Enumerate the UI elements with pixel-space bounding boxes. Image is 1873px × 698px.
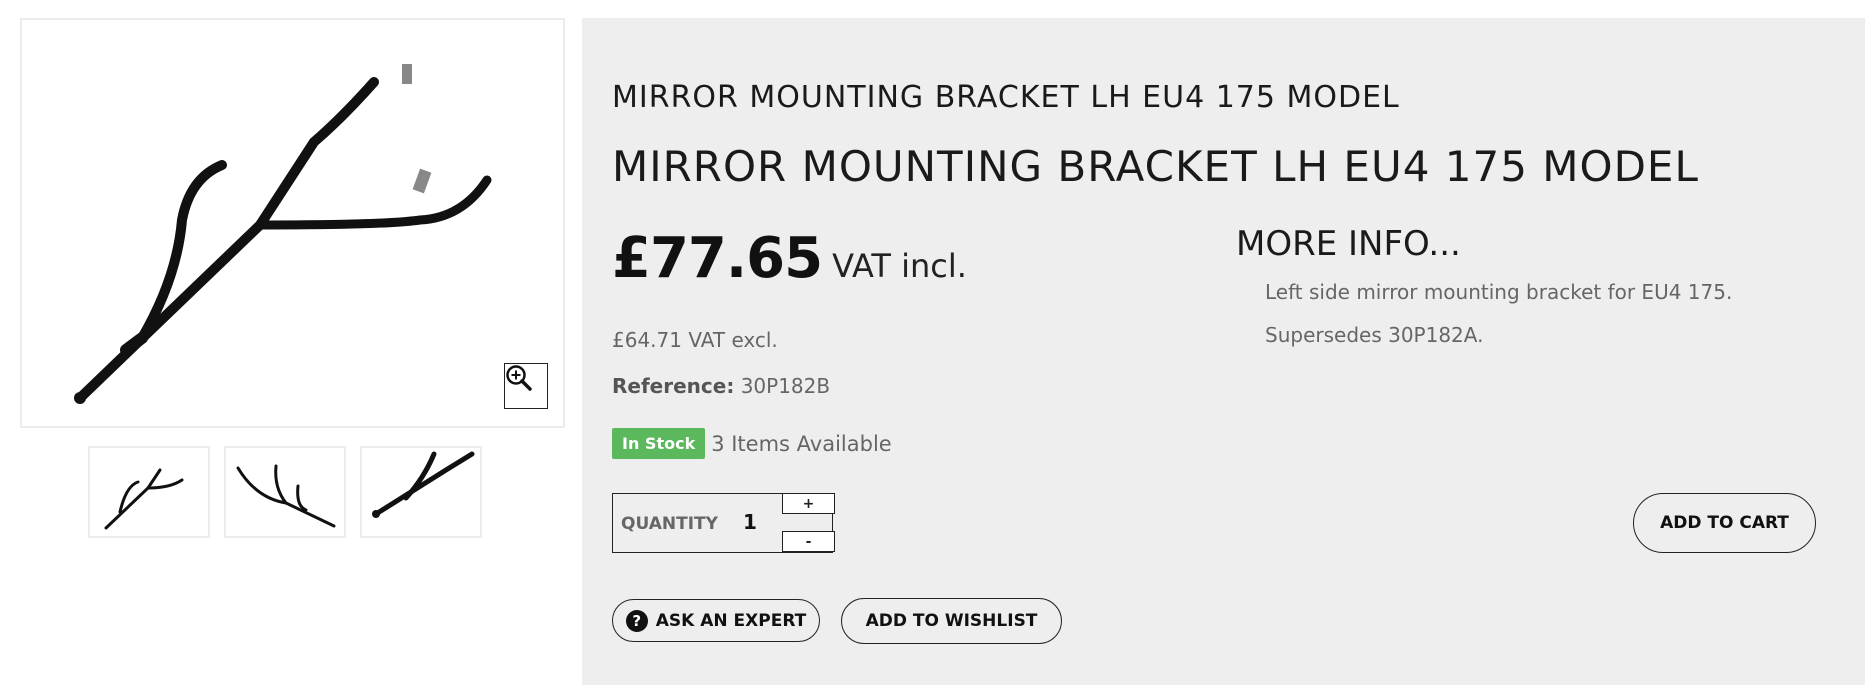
more-info-line: Supersedes 30P182A. — [1265, 323, 1484, 347]
ask-expert-button[interactable]: ? ASK AN EXPERT — [612, 599, 820, 642]
reference-row: Reference: 30P182B — [612, 374, 830, 398]
product-subtitle: MIRROR MOUNTING BRACKET LH EU4 175 MODEL — [612, 80, 1400, 115]
quantity-input[interactable]: 1 — [743, 510, 757, 534]
ask-expert-label: ASK AN EXPERT — [655, 610, 807, 631]
thumbnail-strip — [88, 446, 482, 538]
quantity-label: QUANTITY — [621, 514, 718, 534]
thumbnail-image-1 — [104, 468, 184, 530]
vat-incl-label: VAT incl. — [832, 247, 967, 285]
thumbnail-image-3 — [372, 451, 475, 518]
quantity-increase-button[interactable]: + — [782, 493, 835, 514]
availability-text: 3 Items Available — [711, 431, 892, 456]
question-icon: ? — [625, 609, 648, 632]
thumbnail-image-2 — [236, 464, 336, 528]
add-to-wishlist-button[interactable]: ADD TO WISHLIST — [841, 598, 1062, 644]
stock-badge: In Stock — [612, 428, 706, 459]
mirror-bracket-image — [74, 64, 492, 404]
product-main-image[interactable] — [20, 18, 565, 428]
reference-label: Reference: — [612, 374, 735, 398]
stock-row: In Stock 3 Items Available — [612, 428, 892, 459]
thumbnail-2[interactable] — [224, 446, 346, 538]
zoom-button[interactable] — [504, 363, 548, 409]
quantity-decrease-button[interactable]: - — [782, 531, 835, 552]
quantity-stepper: QUANTITY 1 + - — [612, 493, 835, 553]
reference-value: 30P182B — [740, 374, 831, 398]
price-vat-excl: £64.71 VAT excl. — [612, 328, 778, 352]
thumbnail-3[interactable] — [360, 446, 482, 538]
more-info-title: MORE INFO... — [1236, 224, 1461, 264]
product-title: MIRROR MOUNTING BRACKET LH EU4 175 MODEL — [612, 142, 1699, 191]
price-value: £77.65 — [612, 226, 823, 291]
thumbnail-1[interactable] — [88, 446, 210, 538]
add-to-cart-button[interactable]: ADD TO CART — [1633, 493, 1816, 553]
zoom-in-icon — [506, 365, 532, 391]
more-info-line: Left side mirror mounting bracket for EU… — [1265, 280, 1733, 304]
price-row: £77.65 VAT incl. — [612, 226, 967, 291]
product-info-panel: MIRROR MOUNTING BRACKET LH EU4 175 MODEL… — [582, 18, 1865, 685]
